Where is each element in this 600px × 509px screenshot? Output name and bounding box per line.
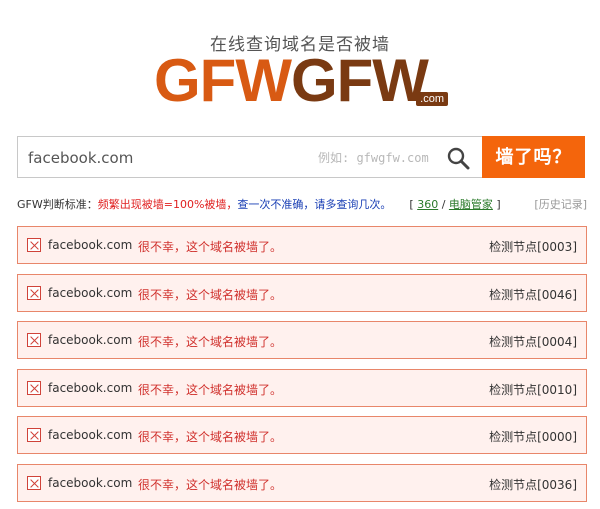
domain-input[interactable]: [28, 146, 298, 170]
result-status: 很不幸，这个域名被墙了。: [138, 477, 283, 492]
blocked-x-icon: [27, 428, 41, 442]
result-node: 检测节点[0003]: [489, 240, 577, 254]
logo-domain-badge: .com: [416, 92, 448, 106]
result-domain: facebook.com: [48, 285, 133, 300]
history-link[interactable]: [历史记录]: [534, 196, 587, 212]
criteria-rule-blue: 查一次不准确，请多查询几次。: [237, 198, 392, 211]
result-row: facebook.com 很不幸，这个域名被墙了。 检测节点[0046]: [17, 273, 587, 312]
result-domain: facebook.com: [48, 428, 133, 442]
blocked-x-icon: [27, 475, 41, 490]
search-icon[interactable]: [446, 146, 470, 170]
result-node: 检测节点[0004]: [489, 335, 577, 349]
logo-wordmark: GFWGFW: [154, 46, 429, 116]
result-node: 检测节点[0046]: [489, 287, 577, 302]
header: 在线查询域名是否被墙 GFWGFW .com: [0, 0, 600, 130]
search-bar: 例如: gfwgfw.com 墙了吗？: [17, 136, 585, 178]
result-row: facebook.com 很不幸，这个域名被墙了。 检测节点[0010]: [17, 368, 587, 407]
search-example-hint: 例如: gfwgfw.com: [318, 151, 429, 165]
result-row: facebook.com 很不幸，这个域名被墙了。 检测节点[0004]: [17, 321, 587, 359]
result-status: 很不幸，这个域名被墙了。: [138, 240, 283, 254]
blocked-x-icon: [27, 380, 41, 395]
blocked-x-icon: [27, 238, 41, 252]
result-status: 很不幸，这个域名被墙了。: [138, 382, 283, 397]
result-node: 检测节点[0036]: [489, 477, 577, 492]
blocked-x-icon: [27, 285, 41, 300]
result-status: 很不幸，这个域名被墙了。: [138, 287, 283, 302]
search-field: 例如: gfwgfw.com: [17, 136, 482, 178]
link-pc-manager[interactable]: 电脑管家: [449, 198, 493, 211]
site-logo[interactable]: GFWGFW .com: [150, 47, 450, 114]
result-domain: facebook.com: [48, 475, 133, 490]
result-domain: facebook.com: [48, 380, 133, 395]
criteria-label: GFW判断标准：: [17, 198, 98, 211]
result-node: 检测节点[0010]: [489, 382, 577, 397]
result-domain: facebook.com: [48, 333, 133, 347]
bracket-close: ]: [492, 198, 501, 211]
result-row: facebook.com 很不幸，这个域名被墙了。 检测节点[0003]: [17, 226, 587, 264]
results-list: facebook.com 很不幸，这个域名被墙了。 检测节点[0003] fac…: [17, 226, 587, 509]
criteria-line: GFW判断标准：频繁出现被墙=100%被墙，查一次不准确，请多查询几次。[ 36…: [17, 196, 587, 212]
result-row: facebook.com 很不幸，这个域名被墙了。 检测节点[0000]: [17, 416, 587, 454]
result-domain: facebook.com: [48, 238, 133, 252]
result-status: 很不幸，这个域名被墙了。: [138, 430, 283, 444]
result-node: 检测节点[0000]: [489, 430, 577, 444]
link-360[interactable]: 360: [417, 198, 438, 211]
link-separator: /: [438, 198, 449, 211]
criteria-rule-red: 频繁出现被墙=100%被墙，: [97, 198, 238, 211]
blocked-x-icon: [27, 333, 41, 347]
logo-part-2: GFW: [290, 47, 429, 114]
result-status: 很不幸，这个域名被墙了。: [138, 335, 283, 349]
result-row: facebook.com 很不幸，这个域名被墙了。 检测节点[0036]: [17, 463, 587, 502]
check-blocked-button[interactable]: 墙了吗？: [482, 136, 585, 178]
logo-part-1: GFW: [154, 47, 292, 114]
